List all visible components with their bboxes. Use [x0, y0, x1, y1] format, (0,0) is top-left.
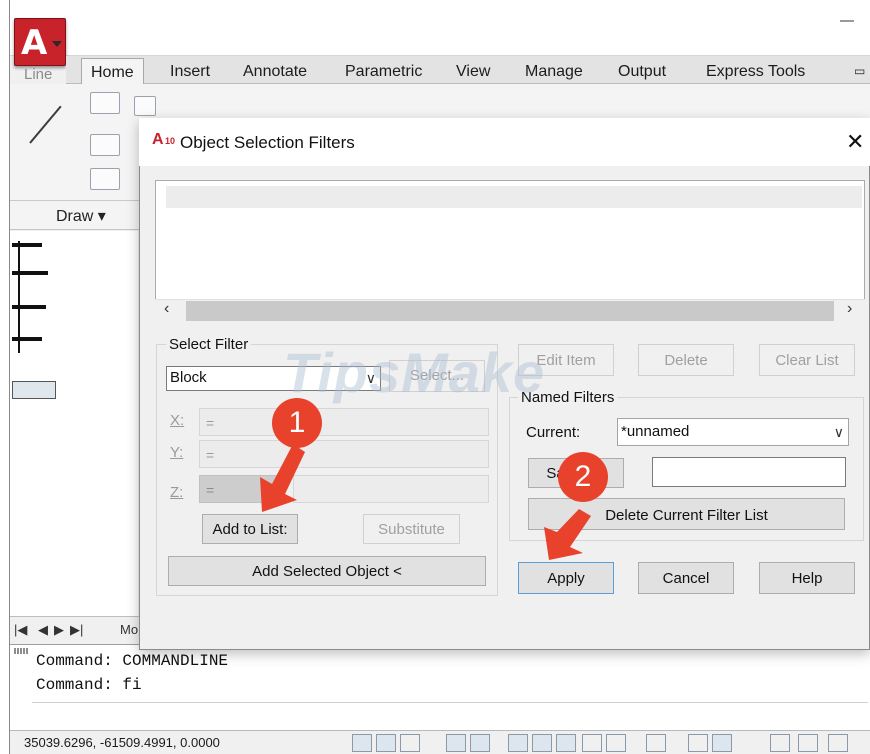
callout-arrow-1	[260, 444, 305, 512]
callout-arrow-2	[544, 509, 591, 560]
step-1-badge: 1	[272, 398, 322, 448]
callout-arrows	[260, 444, 591, 560]
step-2-badge: 2	[558, 452, 608, 502]
